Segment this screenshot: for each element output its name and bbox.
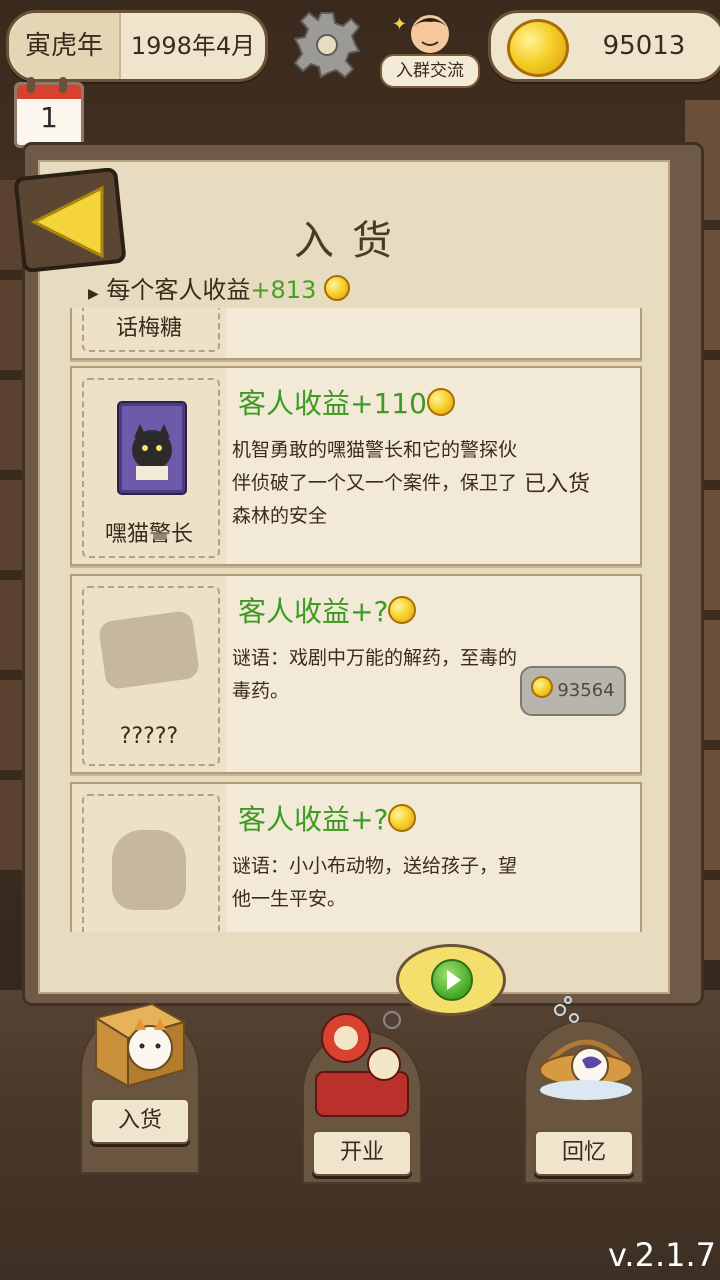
coin-icon [507, 19, 569, 77]
svg-text:✦: ✦ [392, 14, 407, 35]
item-list[interactable]: 话梅糖 嘿猫警长 客人收益+110 机智勇敢的嘿猫警长和它的警探伙伴侦破了一个又… [60, 308, 650, 932]
open-shop-button-label: 开业 [312, 1130, 412, 1176]
list-item[interactable]: ????? 客人收益+? 谜语：戏剧中万能的解药，至毒的毒药。 93564 [70, 574, 642, 774]
coin-icon [531, 676, 554, 698]
gear-icon[interactable] [292, 10, 362, 80]
stock-button-label: 入货 [90, 1098, 190, 1144]
back-arrow-icon[interactable] [14, 168, 126, 272]
join-group-label: 入群交流 [380, 54, 480, 88]
item-name: 话梅糖 [115, 316, 182, 341]
play-icon[interactable] [431, 959, 473, 1001]
coin-amount: 95013 [602, 31, 686, 61]
income-summary: ▶ 每个客人收益+813 [88, 270, 350, 305]
coin-counter: 95013 [488, 10, 720, 82]
coin-icon [388, 804, 417, 832]
coin-icon [388, 596, 417, 624]
era-date: 1998年4月 [130, 32, 256, 60]
dock-open-shop[interactable]: 开业 [302, 1010, 422, 1184]
dock-memory[interactable]: 回忆 [524, 996, 644, 1184]
play-speech-bubble[interactable] [396, 944, 506, 1016]
item-status: 已入货 [524, 472, 591, 497]
calendar-icon[interactable]: 1 [14, 77, 84, 148]
panel-title: 入货 [294, 218, 410, 264]
coin-icon [323, 275, 350, 301]
book-cover-icon [117, 401, 187, 495]
coin-icon [426, 388, 455, 416]
app-version: v.2.1.7 [607, 1236, 716, 1274]
date-display: 寅虎年 1998年4月 [6, 10, 268, 82]
join-group-button[interactable]: ✦ 入群交流 [380, 4, 480, 88]
memory-button-label: 回忆 [534, 1130, 634, 1176]
item-income-title: 客人收益+110 [238, 382, 455, 422]
lucky-cat-icon [315, 1011, 409, 1117]
era-year: 寅虎年 [9, 13, 121, 79]
dock-stock[interactable]: 入货 [80, 1002, 200, 1180]
income-caret-icon: ▶ [88, 286, 99, 302]
locked-item-silhouette [112, 830, 186, 910]
item-income-title: 客人收益+? [238, 798, 417, 838]
item-description: 谜语：小小布动物，送给孩子，望他一生平安。 [232, 855, 518, 910]
item-name: ????? [119, 724, 179, 749]
list-item[interactable]: 嘿猫警长 客人收益+110 机智勇敢的嘿猫警长和它的警探伙伴侦破了一个又一个案件… [70, 366, 642, 566]
calendar-day: 1 [40, 101, 58, 134]
buy-button[interactable]: 93564 [520, 666, 626, 716]
locked-item-silhouette [97, 609, 201, 691]
box-cat-icon [93, 1002, 187, 1088]
list-item[interactable]: 客人收益+? 谜语：小小布动物，送给孩子，望他一生平安。 [70, 782, 642, 932]
income-label: 每个客人收益 [106, 276, 251, 304]
item-income-title: 客人收益+? [238, 590, 417, 630]
basket-cat-icon [539, 996, 633, 1100]
income-value: +813 [250, 276, 317, 304]
item-name: 嘿猫警长 [104, 522, 193, 547]
list-item[interactable]: 话梅糖 [70, 308, 642, 360]
item-description: 机智勇敢的嘿猫警长和它的警探伙伴侦破了一个又一个案件，保卫了森林的安全 [232, 439, 518, 527]
item-description: 谜语：戏剧中万能的解药，至毒的毒药。 [232, 647, 518, 702]
